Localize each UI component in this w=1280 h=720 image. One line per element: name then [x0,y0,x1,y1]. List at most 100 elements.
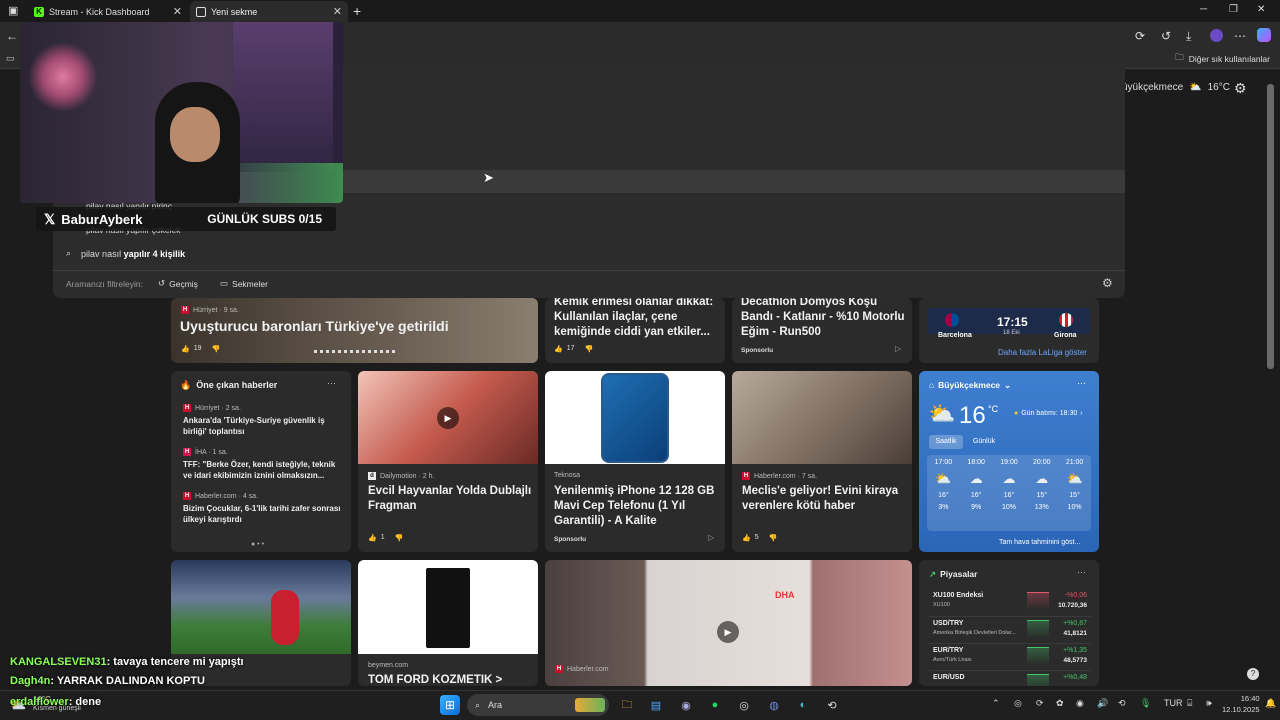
extensions-icon[interactable]: ⟳ [1135,29,1145,43]
store-icon[interactable]: ▤ [646,695,666,715]
start-button[interactable]: ⊞ [440,695,460,715]
taskbar-search[interactable]: ⌕ Ara [467,694,609,716]
video-card-dailymotion[interactable]: ▶ d Dailymotion · 2 h. Evcil Hayvanlar Yo… [358,371,538,552]
search-settings-gear-icon[interactable]: ⚙ [1102,276,1113,290]
sparkline [1027,620,1049,638]
filter-tabs[interactable]: ▭ Sekmeler [220,278,268,289]
app-icon[interactable]: ⟲ [822,695,842,715]
tray-steam-icon[interactable]: ◉ [1076,698,1084,709]
dislike-icon[interactable]: 👎 [585,345,594,353]
like-icon[interactable]: 👍 [554,345,563,353]
tray-icon[interactable]: ✿ [1056,698,1064,709]
back-icon[interactable]: ← [6,29,18,43]
tray-icon[interactable]: ⟲ [1118,698,1126,709]
steam-icon[interactable]: ◉ [676,695,696,715]
tray-icon[interactable]: ⟳ [1036,698,1044,709]
microphone-icon[interactable]: 🎙 [1140,698,1151,709]
mouse-cursor-icon: ➤ [483,170,494,185]
spotify-icon[interactable]: ● [705,695,725,715]
edge-icon[interactable]: ◐ [793,695,813,715]
other-favorites[interactable]: 🗀 Diğer sık kullanılanlar [1175,52,1270,66]
tab-new-tab[interactable]: Yeni sekme ✕ [190,1,348,22]
news-card-health[interactable]: Kemik erimesi olanlar dikkat: Kullanılan… [545,298,725,363]
dislike-icon[interactable]: 👎 [212,345,221,353]
obs-icon[interactable]: ◎ [734,695,754,715]
iphone-image [601,373,669,463]
weather-header[interactable]: üyükçekmece ⛅ 16°C [1122,82,1230,93]
webcam-overlay [20,22,343,203]
dha-logo: DHA [775,590,795,600]
chevron-down-icon[interactable]: ⌄ [1004,380,1011,391]
sparkline [1027,647,1049,665]
language-indicator[interactable]: TUR [1164,698,1183,708]
dislike-icon[interactable]: 👎 [395,534,404,542]
play-icon[interactable]: ▶ [717,621,739,643]
close-window-button[interactable]: ✕ [1257,4,1265,15]
discord-icon[interactable]: ◍ [764,695,784,715]
market-row[interactable]: EUR/TRY Avro/Türk Lirası +%1,35 48,5773 [929,643,1091,670]
news-card-haberler[interactable]: H Haberler.com · 7 sa. Meclis'e geliyor! … [732,371,912,552]
market-row[interactable]: USD/TRY Amerika Birleşik Devletleri Dolar… [929,616,1091,643]
subs-counter: GÜNLÜK SUBS 0/15 [207,212,322,226]
more-options-icon[interactable]: ⋯ [327,378,336,389]
full-forecast-link[interactable]: Tam hava tahminini göst... [999,539,1080,546]
ad-card-iphone[interactable]: Teknosa Yenilenmiş iPhone 12 128 GB Mavi… [545,371,725,552]
tray-chevron-up-icon[interactable]: ⌃ [992,698,1000,709]
weather-card[interactable]: ⌂ Büyükçekmece ⌄ ⋯ ⛅ 16 °C ● Gün batımı: 18… [919,371,1099,552]
market-row[interactable]: EUR/USD +%0,48 [929,670,1091,686]
story-item[interactable]: H Haberler.com · 4 sa. Bizim Çocuklar, 6-… [183,492,343,525]
market-change: +%0,48 [1063,674,1087,681]
news-card-hurriyet[interactable]: H Hürriyet · 9 sa. Uyuşturucu baronları T… [171,298,538,363]
network-icon[interactable]: ⌸ [1187,698,1192,709]
file-explorer-icon[interactable]: 🗀 [617,695,637,715]
minimize-button[interactable]: ─ [1200,4,1207,15]
sports-card[interactable]: 17:15 18 Eki Barcelona Girona Daha fazla… [919,298,1099,363]
like-icon[interactable]: 👍 [181,345,190,353]
hour-forecast: 17:00 ⛅ 16° 3% [934,459,953,511]
help-icon[interactable]: ? [1247,668,1259,680]
like-icon[interactable]: 👍 [742,534,751,542]
tab-hourly[interactable]: Saatlik [929,435,963,449]
new-tab-button[interactable]: + [353,3,361,19]
fav-icon[interactable]: ▭ [6,53,15,64]
more-menu-icon[interactable]: ⋯ [1234,29,1246,43]
tab-actions-icon[interactable]: ▣ [8,4,18,17]
carousel-dots[interactable] [314,350,396,353]
more-options-icon[interactable]: ⋯ [1077,378,1086,389]
chevron-right-icon[interactable]: › [1080,410,1082,417]
tab-kick-dashboard[interactable]: K Stream - Kick Dashboard ✕ [28,1,188,22]
filter-history[interactable]: ↺ Geçmiş [158,278,198,289]
page-settings-gear-icon[interactable]: ⚙ [1234,80,1247,97]
more-options-icon[interactable]: ⋯ [1077,567,1086,578]
speaker-icon[interactable]: 🕪 [1206,698,1212,709]
maximize-button[interactable]: ❐ [1229,4,1238,15]
tray-icon[interactable]: ◎ [1014,698,1022,709]
suggestion-item[interactable]: ⌕ pilav nasıl yapılır 4 kişilik [66,248,185,259]
ad-play-icon: ▷ [895,344,902,353]
dislike-icon[interactable]: 👎 [769,534,778,542]
market-row[interactable]: XU100 Endeksi XU100 -%0,06 10.720,36 [929,589,1091,616]
like-icon[interactable]: 👍 [368,534,377,542]
more-laliga-link[interactable]: Daha fazla LaLiga göster [998,348,1087,357]
play-icon[interactable]: ▶ [437,407,459,429]
close-tab-icon[interactable]: ✕ [333,5,342,18]
copilot-icon[interactable] [1257,28,1271,42]
notifications-icon[interactable]: 🔔 [1265,698,1276,709]
story-item[interactable]: H Hürriyet · 2 sa. Ankara'da 'Türkiye-Sur… [183,404,343,437]
profile-icon[interactable] [1210,29,1223,42]
folder-icon: 🗀 [1175,52,1184,62]
ad-card-tomford[interactable]: beymen.com TOM FORD KOZMETIK > [358,560,538,686]
download-icon[interactable]: ⤓ [1186,29,1191,44]
tab-daily[interactable]: Günlük [969,435,999,449]
story-item[interactable]: H İHA · 1 sa. TFF: "Berke Özer, kendi ist… [183,448,343,481]
carousel-dots[interactable]: ● • • [251,541,264,548]
history-icon[interactable]: ↺ [1161,29,1171,43]
ad-card-decathlon[interactable]: Decathlon Domyos Koşu Bandı - Katlanır -… [732,298,912,363]
clock[interactable]: 16:40 12.10.2025 [1222,693,1260,715]
volume-icon[interactable]: 🔊 [1097,698,1108,709]
close-tab-icon[interactable]: ✕ [173,5,182,18]
markets-card[interactable]: ↗ Piyasalar ⋯ XU100 Endeksi XU100 -%0,06 10.… [919,560,1099,686]
scrollbar[interactable] [1267,84,1274,369]
video-card-haberler[interactable]: DHA ▶ H Haberler.com [545,560,912,686]
ad-title: Decathlon Domyos Koşu Bandı - Katlanır -… [741,298,905,338]
